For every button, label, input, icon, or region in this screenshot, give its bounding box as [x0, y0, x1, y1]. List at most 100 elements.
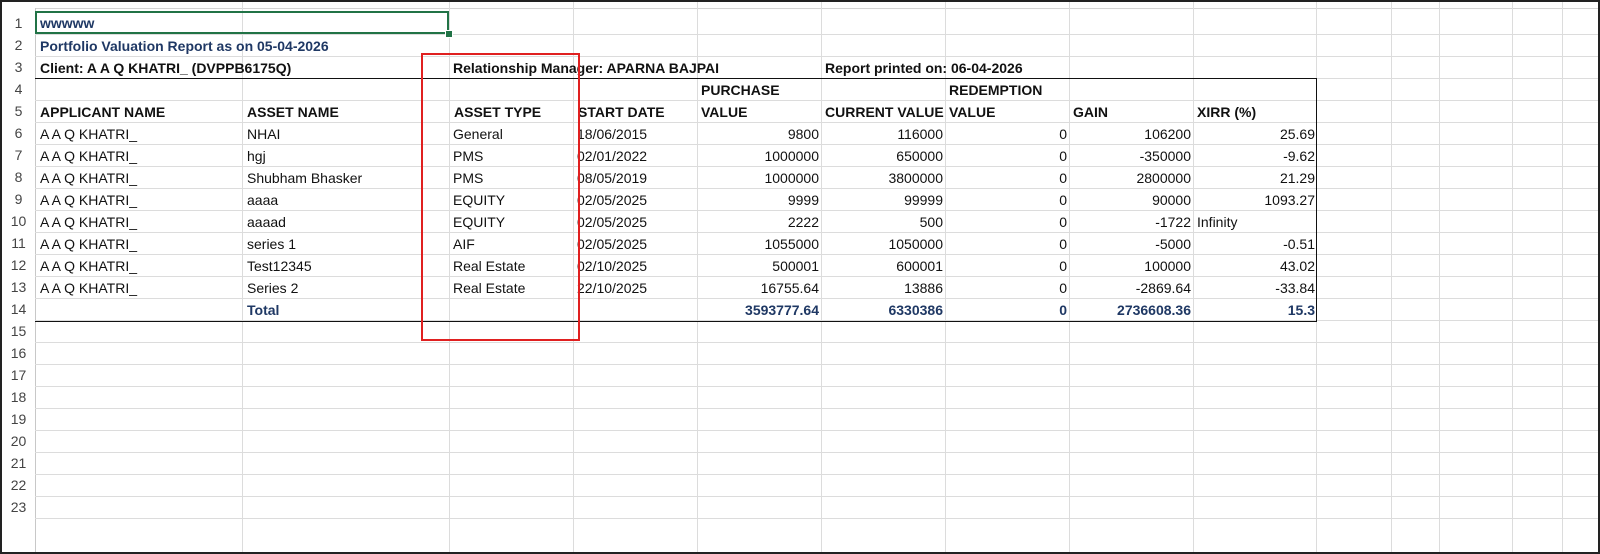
cell-start-date[interactable]: 02/05/2025 [577, 211, 647, 233]
cell-asset-name[interactable]: series 1 [247, 233, 296, 255]
row-number[interactable]: 9 [2, 188, 35, 210]
cell-gain[interactable]: -5000 [1071, 233, 1191, 255]
total-purchase-value[interactable]: 3593777.64 [699, 299, 819, 321]
cell-current-value[interactable]: 13886 [823, 277, 943, 299]
row-number[interactable]: 3 [2, 56, 35, 78]
header-asset-name[interactable]: ASSET NAME [247, 101, 339, 123]
cell-purchase-value[interactable]: 500001 [699, 255, 819, 277]
cell-gain[interactable]: 90000 [1071, 189, 1191, 211]
cell-current-value[interactable]: 600001 [823, 255, 943, 277]
cell-redemption-value[interactable]: 0 [947, 167, 1067, 189]
cell-redemption-value[interactable]: 0 [947, 255, 1067, 277]
cell-xirr[interactable]: 1093.27 [1195, 189, 1315, 211]
cell-current-value[interactable]: 1050000 [823, 233, 943, 255]
cell-current-value[interactable]: 3800000 [823, 167, 943, 189]
cell-gain[interactable]: 2800000 [1071, 167, 1191, 189]
cell-applicant-name[interactable]: A A Q KHATRI_ [40, 233, 137, 255]
total-redemption-value[interactable]: 0 [947, 299, 1067, 321]
cell-xirr[interactable]: -0.51 [1195, 233, 1315, 255]
cell-start-date[interactable]: 02/01/2022 [577, 145, 647, 167]
cell-start-date[interactable]: 02/05/2025 [577, 233, 647, 255]
header-purchase-value-line1[interactable]: PURCHASE [701, 79, 780, 101]
cell-redemption-value[interactable]: 0 [947, 189, 1067, 211]
cell-xirr[interactable]: Infinity [1197, 211, 1237, 233]
cell-xirr[interactable]: 21.29 [1195, 167, 1315, 189]
client-label[interactable]: Client: A A Q KHATRI_ (DVPPB6175Q) [40, 57, 291, 79]
total-xirr[interactable]: 15.3 [1195, 299, 1315, 321]
row-number[interactable]: 4 [2, 78, 35, 100]
cell-asset-name[interactable]: hgj [247, 145, 266, 167]
row-number[interactable]: 21 [2, 452, 35, 474]
header-gain[interactable]: GAIN [1073, 101, 1108, 123]
row-number[interactable]: 23 [2, 496, 35, 518]
cell-applicant-name[interactable]: A A Q KHATRI_ [40, 255, 137, 277]
selected-cell-a1[interactable] [35, 11, 449, 34]
cell-start-date[interactable]: 22/10/2025 [577, 277, 647, 299]
row-number[interactable]: 7 [2, 144, 35, 166]
cell-applicant-name[interactable]: A A Q KHATRI_ [40, 123, 137, 145]
cell-start-date[interactable]: 18/06/2015 [577, 123, 647, 145]
header-redemption-value-line2[interactable]: VALUE [949, 101, 995, 123]
cell-xirr[interactable]: -33.84 [1195, 277, 1315, 299]
cell-start-date[interactable]: 08/05/2019 [577, 167, 647, 189]
row-number[interactable]: 14 [2, 298, 35, 320]
report-printed-label[interactable]: Report printed on: 06-04-2026 [825, 57, 1023, 79]
cell-asset-name[interactable]: NHAI [247, 123, 280, 145]
cell-asset-name[interactable]: aaaa [247, 189, 278, 211]
fill-handle[interactable] [445, 30, 453, 38]
cell-redemption-value[interactable]: 0 [947, 145, 1067, 167]
cell-xirr[interactable]: -9.62 [1195, 145, 1315, 167]
cell-purchase-value[interactable]: 9800 [699, 123, 819, 145]
cell-asset-name[interactable]: aaaad [247, 211, 286, 233]
cell-purchase-value[interactable]: 1000000 [699, 167, 819, 189]
cell-purchase-value[interactable]: 1055000 [699, 233, 819, 255]
row-number[interactable]: 12 [2, 254, 35, 276]
cell-asset-name[interactable]: Series 2 [247, 277, 298, 299]
cell-current-value[interactable]: 650000 [823, 145, 943, 167]
cell-xirr[interactable]: 43.02 [1195, 255, 1315, 277]
row-number[interactable]: 5 [2, 100, 35, 122]
row-number[interactable]: 20 [2, 430, 35, 452]
cell-redemption-value[interactable]: 0 [947, 277, 1067, 299]
header-current-value[interactable]: CURRENT VALUE [825, 101, 944, 123]
cell-applicant-name[interactable]: A A Q KHATRI_ [40, 189, 137, 211]
header-applicant-name[interactable]: APPLICANT NAME [40, 101, 165, 123]
cell-gain[interactable]: 100000 [1071, 255, 1191, 277]
cell-purchase-value[interactable]: 16755.64 [699, 277, 819, 299]
header-redemption-value-line1[interactable]: REDEMPTION [949, 79, 1042, 101]
cell-gain[interactable]: -1722 [1071, 211, 1191, 233]
report-title[interactable]: Portfolio Valuation Report as on 05-04-2… [40, 35, 329, 57]
row-number[interactable]: 19 [2, 408, 35, 430]
cell-gain[interactable]: 106200 [1071, 123, 1191, 145]
cell-current-value[interactable]: 500 [823, 211, 943, 233]
row-number[interactable]: 2 [2, 34, 35, 56]
cell-purchase-value[interactable]: 2222 [699, 211, 819, 233]
total-label[interactable]: Total [247, 299, 279, 321]
header-xirr[interactable]: XIRR (%) [1197, 101, 1256, 123]
row-number[interactable]: 6 [2, 122, 35, 144]
row-number[interactable]: 22 [2, 474, 35, 496]
cell-redemption-value[interactable]: 0 [947, 211, 1067, 233]
total-current-value[interactable]: 6330386 [823, 299, 943, 321]
total-gain[interactable]: 2736608.36 [1071, 299, 1191, 321]
cell-gain[interactable]: -2869.64 [1071, 277, 1191, 299]
header-start-date[interactable]: START DATE [578, 101, 665, 123]
header-purchase-value-line2[interactable]: VALUE [701, 101, 747, 123]
row-number[interactable]: 15 [2, 320, 35, 342]
cell-applicant-name[interactable]: A A Q KHATRI_ [40, 211, 137, 233]
cell-start-date[interactable]: 02/05/2025 [577, 189, 647, 211]
cell-redemption-value[interactable]: 0 [947, 233, 1067, 255]
cell-xirr[interactable]: 25.69 [1195, 123, 1315, 145]
cell-gain[interactable]: -350000 [1071, 145, 1191, 167]
cell-asset-name[interactable]: Shubham Bhasker [247, 167, 362, 189]
cell-start-date[interactable]: 02/10/2025 [577, 255, 647, 277]
cell-current-value[interactable]: 99999 [823, 189, 943, 211]
cell-redemption-value[interactable]: 0 [947, 123, 1067, 145]
row-number[interactable]: 8 [2, 166, 35, 188]
row-header-column[interactable]: 1 2 3 4 5 6 7 8 9 10 11 12 13 14 15 16 17 18 19 20 21 22 23 [2, 8, 36, 552]
row-number[interactable]: 13 [2, 276, 35, 298]
cell-current-value[interactable]: 116000 [823, 123, 943, 145]
row-number[interactable]: 16 [2, 342, 35, 364]
cell-purchase-value[interactable]: 1000000 [699, 145, 819, 167]
row-number[interactable]: 1 [2, 12, 35, 34]
